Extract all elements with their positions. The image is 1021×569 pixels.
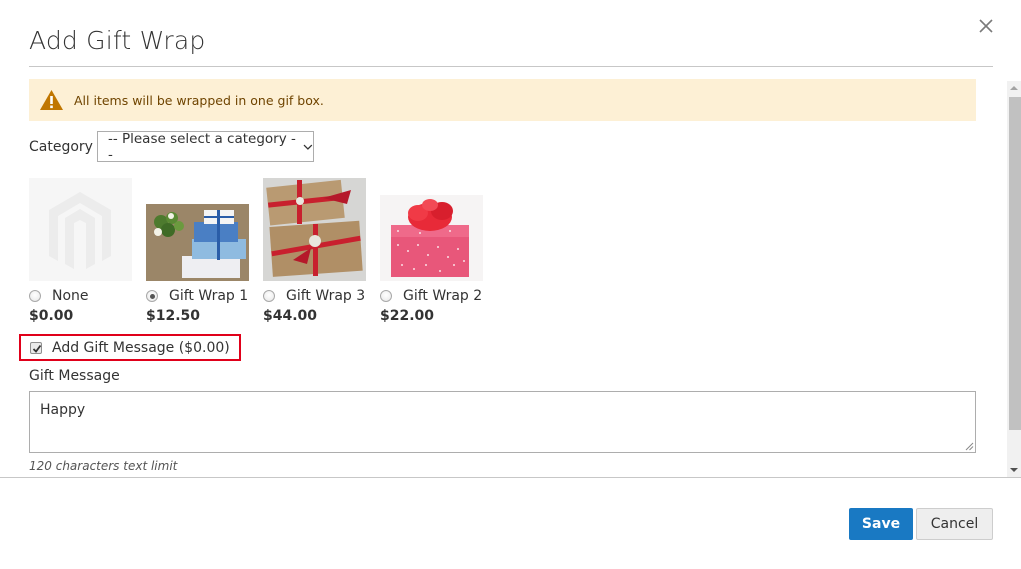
wrap-name: Gift Wrap 2 <box>403 288 483 304</box>
save-button[interactable]: Save <box>849 508 913 540</box>
wrap-price: $44.00 <box>263 308 318 324</box>
warning-icon <box>40 90 63 110</box>
gift-message-value: Happy <box>40 402 86 418</box>
gift-wrap-1-image <box>146 204 249 281</box>
resize-handle-icon[interactable] <box>965 442 974 451</box>
wrap-name: Gift Wrap 1 <box>169 288 249 304</box>
character-limit-note: 120 characters text limit <box>29 459 178 473</box>
category-label: Category <box>29 138 93 155</box>
wrap-name: Gift Wrap 3 <box>286 288 366 304</box>
gift-wrap-option[interactable]: Gift Wrap 1 $12.50 <box>146 178 263 328</box>
radio-gift-wrap-1[interactable] <box>146 290 158 302</box>
footer-divider <box>0 477 1021 478</box>
add-gift-message-checkbox[interactable] <box>30 341 42 354</box>
scroll-up-icon[interactable] <box>1009 83 1019 93</box>
add-gift-message-label: Add Gift Message ($0.00) <box>52 339 230 356</box>
placeholder-image <box>29 178 132 281</box>
gift-wrap-option[interactable]: Gift Wrap 3 $44.00 <box>263 178 380 328</box>
wrap-price: $0.00 <box>29 308 74 324</box>
add-gift-message-option[interactable]: Add Gift Message ($0.00) <box>19 334 241 361</box>
scrollbar-thumb[interactable] <box>1009 97 1021 430</box>
gift-wrap-option[interactable]: Gift Wrap 2 $22.00 <box>380 178 497 328</box>
radio-gift-wrap-3[interactable] <box>263 290 275 302</box>
content-scrollbar[interactable] <box>1007 81 1021 477</box>
gift-wrap-3-image <box>263 178 366 281</box>
category-select[interactable]: -- Please select a category -- <box>96 130 314 163</box>
gift-message-label: Gift Message <box>29 368 120 384</box>
gift-message-textarea[interactable]: Happy <box>29 391 976 453</box>
wrap-price: $12.50 <box>146 308 201 324</box>
cancel-button[interactable]: Cancel <box>916 508 993 540</box>
checkmark-icon <box>32 344 42 353</box>
dialog-title: Add Gift Wrap <box>29 26 206 55</box>
dialog-content: All items will be wrapped in one gif box… <box>0 67 1021 477</box>
radio-gift-wrap-2[interactable] <box>380 290 392 302</box>
chevron-down-icon <box>303 144 313 150</box>
notice-message: All items will be wrapped in one gif box… <box>74 92 324 108</box>
gift-wrap-2-image <box>380 195 483 281</box>
close-icon[interactable] <box>976 16 996 36</box>
radio-none[interactable] <box>29 290 41 302</box>
wrap-price: $22.00 <box>380 308 435 324</box>
scroll-down-icon[interactable] <box>1009 465 1019 475</box>
category-row: Category -- Please select a category -- <box>29 130 314 163</box>
category-selected-value: -- Please select a category -- <box>107 130 296 163</box>
notice-banner: All items will be wrapped in one gif box… <box>29 79 976 121</box>
gift-wrap-options: None $0.00 Gift Wrap 1 $12.50 Gift Wrap … <box>29 178 497 328</box>
gift-wrap-option[interactable]: None $0.00 <box>29 178 146 328</box>
wrap-name: None <box>52 288 89 304</box>
